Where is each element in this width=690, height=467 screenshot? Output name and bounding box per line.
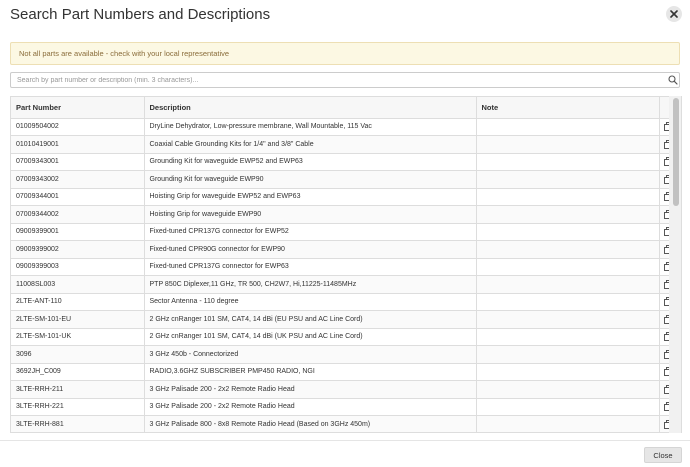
description-cell[interactable]: 2 GHz cnRanger 101 SM, CAT4, 14 dBi (UK … [144, 328, 477, 346]
description-cell[interactable]: Fixed-tuned CPR137G connector for EWP63 [144, 258, 477, 276]
search-icon[interactable] [668, 75, 678, 85]
table-row[interactable]: 09009399002 Fixed-tuned CPR90G connector … [11, 240, 677, 259]
part-number-cell[interactable]: 3LTE-RRH-221 [11, 398, 145, 416]
table-row[interactable]: 07009343001 Grounding Kit for waveguide E… [11, 153, 677, 171]
note-cell[interactable] [476, 415, 660, 432]
part-number-cell[interactable]: 3692JH_C009 [11, 363, 145, 381]
description-cell[interactable]: RADIO,3.6GHZ SUBSCRIBER PMP450 RADIO, NG… [144, 363, 477, 381]
parts-table-container: Part Number Description Note 01009504002… [10, 96, 682, 433]
search-box [10, 72, 680, 88]
note-cell[interactable] [476, 170, 660, 189]
part-number-cell[interactable]: 2LTE-SM-101-EU [11, 310, 145, 329]
part-number-cell[interactable]: 3LTE-RRH-881 [11, 415, 145, 432]
table-row[interactable]: 09009399001 Fixed-tuned CPR137G connector… [11, 223, 677, 241]
table-row[interactable]: 07009344002 Hoisting Grip for waveguide E… [11, 205, 677, 224]
table-row[interactable]: 3096 3 GHz 450b - Connectorized [11, 345, 677, 364]
description-cell[interactable]: Grounding Kit for waveguide EWP52 and EW… [144, 153, 477, 171]
note-cell[interactable] [476, 118, 660, 136]
note-cell[interactable] [476, 223, 660, 241]
part-number-cell[interactable]: 09009399002 [11, 240, 145, 259]
table-row[interactable]: 01009504002 DryLine Dehydrator, Low-press… [11, 118, 677, 136]
availability-warning: Not all parts are available - check with… [10, 42, 680, 65]
table-row[interactable]: 2LTE-SM-101-EU 2 GHz cnRanger 101 SM, CAT… [11, 310, 677, 329]
description-cell[interactable]: 2 GHz cnRanger 101 SM, CAT4, 14 dBi (EU … [144, 310, 477, 329]
part-number-cell[interactable]: 2LTE-ANT-110 [11, 293, 145, 311]
search-input[interactable] [11, 73, 661, 87]
part-number-cell[interactable]: 09009399001 [11, 223, 145, 241]
note-cell[interactable] [476, 310, 660, 329]
description-cell[interactable]: 3 GHz Palisade 800 - 8x8 Remote Radio He… [144, 415, 477, 432]
table-row[interactable]: 2LTE-SM-101-UK 2 GHz cnRanger 101 SM, CAT… [11, 328, 677, 346]
part-number-cell[interactable]: 09009399003 [11, 258, 145, 276]
description-cell[interactable]: 3 GHz Palisade 200 - 2x2 Remote Radio He… [144, 398, 477, 416]
table-row[interactable]: 07009344001 Hoisting Grip for waveguide E… [11, 188, 677, 206]
part-number-cell[interactable]: 2LTE-SM-101-UK [11, 328, 145, 346]
part-number-cell[interactable]: 01010419001 [11, 135, 145, 154]
description-cell[interactable]: DryLine Dehydrator, Low-pressure membran… [144, 118, 477, 136]
dialog-header: Search Part Numbers and Descriptions [0, 0, 690, 30]
description-cell[interactable]: 3 GHz Palisade 200 - 2x2 Remote Radio He… [144, 380, 477, 399]
description-cell[interactable]: PTP 850C Diplexer,11 GHz, TR 500, CH2W7,… [144, 275, 477, 294]
description-cell[interactable]: Fixed-tuned CPR137G connector for EWP52 [144, 223, 477, 241]
note-cell[interactable] [476, 328, 660, 346]
note-cell[interactable] [476, 153, 660, 171]
note-cell[interactable] [476, 188, 660, 206]
table-row[interactable]: 3692JH_C009 RADIO,3.6GHZ SUBSCRIBER PMP45… [11, 363, 677, 381]
part-number-cell[interactable]: 3LTE-RRH-211 [11, 380, 145, 399]
part-number-cell[interactable]: 01009504002 [11, 118, 145, 136]
description-cell[interactable]: Fixed-tuned CPR90G connector for EWP90 [144, 240, 477, 259]
note-cell[interactable] [476, 240, 660, 259]
note-cell[interactable] [476, 345, 660, 364]
table-row[interactable]: 3LTE-RRH-881 3 GHz Palisade 800 - 8x8 Rem… [11, 415, 677, 432]
part-number-cell[interactable]: 07009344001 [11, 188, 145, 206]
description-cell[interactable]: Hoisting Grip for waveguide EWP90 [144, 205, 477, 224]
description-cell[interactable]: Grounding Kit for waveguide EWP90 [144, 170, 477, 189]
description-cell[interactable]: Hoisting Grip for waveguide EWP52 and EW… [144, 188, 477, 206]
table-row[interactable]: 11008SL003 PTP 850C Diplexer,11 GHz, TR 5… [11, 275, 677, 294]
column-header-part-number[interactable]: Part Number [11, 97, 145, 119]
table-row[interactable]: 07009343002 Grounding Kit for waveguide E… [11, 170, 677, 189]
description-cell[interactable]: Sector Antenna - 110 degree [144, 293, 477, 311]
description-cell[interactable]: Coaxial Cable Grounding Kits for 1/4" an… [144, 135, 477, 154]
close-dialog-button[interactable]: Close [644, 447, 682, 463]
note-cell[interactable] [476, 398, 660, 416]
table-row[interactable]: 09009399003 Fixed-tuned CPR137G connector… [11, 258, 677, 276]
description-cell[interactable]: 3 GHz 450b - Connectorized [144, 345, 477, 364]
close-button[interactable] [666, 6, 682, 22]
parts-table: Part Number Description Note 01009504002… [11, 97, 677, 432]
note-cell[interactable] [476, 293, 660, 311]
table-row[interactable]: 2LTE-ANT-110 Sector Antenna - 110 degree [11, 293, 677, 311]
note-cell[interactable] [476, 258, 660, 276]
table-header-row: Part Number Description Note [11, 97, 677, 119]
part-number-cell[interactable]: 3096 [11, 345, 145, 364]
scrollbar-thumb[interactable] [673, 98, 679, 206]
table-body: 01009504002 DryLine Dehydrator, Low-press… [11, 118, 677, 432]
part-number-cell[interactable]: 07009343001 [11, 153, 145, 171]
part-number-cell[interactable]: 11008SL003 [11, 275, 145, 294]
table-row[interactable]: 3LTE-RRH-221 3 GHz Palisade 200 - 2x2 Rem… [11, 398, 677, 416]
note-cell[interactable] [476, 135, 660, 154]
part-number-cell[interactable]: 07009344002 [11, 205, 145, 224]
note-cell[interactable] [476, 380, 660, 399]
note-cell[interactable] [476, 275, 660, 294]
warning-text: Not all parts are available - check with… [19, 49, 230, 58]
note-cell[interactable] [476, 205, 660, 224]
column-header-note[interactable]: Note [476, 97, 660, 119]
part-number-cell[interactable]: 07009343002 [11, 170, 145, 189]
table-row[interactable]: 3LTE-RRH-211 3 GHz Palisade 200 - 2x2 Rem… [11, 380, 677, 399]
dialog-title: Search Part Numbers and Descriptions [10, 6, 271, 23]
dialog-footer [0, 440, 690, 467]
close-icon [670, 10, 678, 18]
note-cell[interactable] [476, 363, 660, 381]
table-row[interactable]: 01010419001 Coaxial Cable Grounding Kits … [11, 135, 677, 154]
column-header-description[interactable]: Description [144, 97, 477, 119]
